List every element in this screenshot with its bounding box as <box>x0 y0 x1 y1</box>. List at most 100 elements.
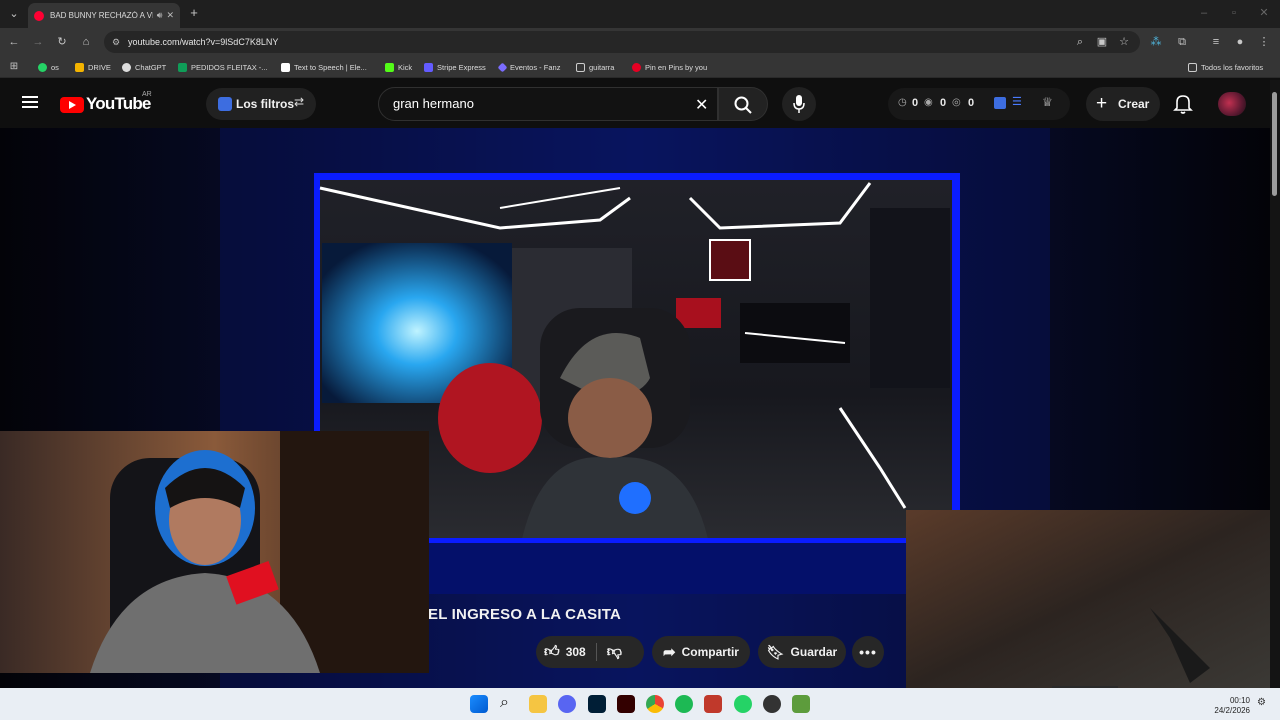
obs-recorder-icon[interactable] <box>704 695 722 713</box>
like-icon[interactable]: 👍︎ <box>544 643 560 661</box>
close-window-icon[interactable]: ✕ <box>1256 5 1272 21</box>
bookmark-kick[interactable]: Kick <box>385 60 412 74</box>
bookmarks-bar: ⊞ os DRIVE ChatGPT PEDIDOS FLEITAX -... … <box>0 56 1280 78</box>
apps-grid-icon[interactable]: ⊞ <box>6 59 22 75</box>
sheets-icon <box>178 62 187 72</box>
illustrator-icon[interactable] <box>617 695 635 713</box>
like-count[interactable]: 308 <box>566 645 586 659</box>
os-taskbar <box>0 688 1280 720</box>
reload-icon[interactable]: ↻ <box>54 34 70 50</box>
search-input[interactable]: gran hermano <box>378 87 718 121</box>
country-code: AR <box>142 91 152 98</box>
home-icon[interactable]: ⌂ <box>78 34 94 50</box>
list-icon[interactable]: ☰ <box>1012 95 1022 108</box>
bookmark-icon: 🔖︎ <box>766 643 785 660</box>
install-app-icon[interactable]: ▣ <box>1094 34 1110 50</box>
chatgpt-icon <box>122 62 131 72</box>
extensions-puzzle-icon[interactable]: ⧉ <box>1174 34 1190 50</box>
clock-icon: ◷ <box>898 97 907 108</box>
system-clock[interactable]: 00:10 24/2/2026 <box>1214 696 1250 716</box>
whatsapp-icon <box>38 62 47 72</box>
whatsapp-taskbar-icon[interactable] <box>734 695 752 713</box>
notification-center-icon[interactable]: ⚙︎ <box>1257 697 1266 708</box>
new-tab-icon[interactable]: + <box>186 5 202 21</box>
zoom-icon[interactable]: ⌕ <box>1072 34 1088 50</box>
search-icon <box>734 96 752 114</box>
file-explorer-icon[interactable] <box>529 695 547 713</box>
chrome-icon[interactable] <box>646 695 664 713</box>
media-queue-icon[interactable]: ≡ <box>1208 34 1224 50</box>
kick-icon <box>385 62 394 72</box>
bookmark-guitarra[interactable]: guitarra <box>576 60 614 74</box>
drive-icon <box>75 62 84 72</box>
spotify-icon[interactable] <box>675 695 693 713</box>
discord-icon[interactable] <box>558 695 576 713</box>
search-button[interactable] <box>718 87 768 121</box>
video-player[interactable] <box>0 128 1270 688</box>
browser-tab-bar: ⌄ BAD BUNNY RECHAZÓ A VE 🔊︎ ✕ + – ▫ ✕ <box>0 0 1280 28</box>
more-dots-icon: ••• <box>859 644 877 660</box>
hamburger-menu-icon[interactable] <box>22 94 38 110</box>
avatar[interactable] <box>1218 92 1246 116</box>
like-dislike-group: 👍︎ 308 👎︎ <box>536 636 644 668</box>
voice-search-button[interactable] <box>782 87 816 121</box>
taskbar-search-icon[interactable]: ⌕ <box>500 694 509 712</box>
audio-icon[interactable]: 🔊︎ <box>157 10 163 21</box>
forward-icon[interactable]: → <box>30 34 46 50</box>
folder-icon <box>1188 62 1197 72</box>
share-button[interactable]: ➦ Compartir <box>652 636 750 668</box>
profile-icon[interactable]: ● <box>1232 34 1248 50</box>
bookmark-os[interactable]: os <box>38 60 59 74</box>
save-button[interactable]: 🔖︎ Guardar <box>758 636 846 668</box>
eye-icon: ◉ <box>924 97 933 108</box>
tab-close-icon[interactable]: ✕ <box>166 10 174 21</box>
video-frame-scene <box>0 128 1270 688</box>
bookmark-star-icon[interactable]: ☆ <box>1116 34 1132 50</box>
extension-logo-icon[interactable] <box>994 97 1006 109</box>
filter-extension-icon <box>218 97 232 111</box>
youtube-logo-icon[interactable] <box>60 97 84 113</box>
bookmark-chatgpt[interactable]: ChatGPT <box>122 60 166 74</box>
url-text: youtube.com/watch?v=9lSdC7K8LNY <box>128 37 279 47</box>
eye-off-icon: ◎ <box>952 97 961 108</box>
windows-start-icon[interactable] <box>470 695 488 713</box>
bookmark-drive[interactable]: DRIVE <box>75 60 111 74</box>
notifications-bell-icon[interactable] <box>1173 93 1193 115</box>
menu-dots-icon[interactable]: ⋮ <box>1256 34 1272 50</box>
more-actions-button[interactable]: ••• <box>852 636 884 668</box>
extension-icon[interactable]: ⁂ <box>1148 34 1164 50</box>
create-button[interactable]: + Crear <box>1086 87 1160 121</box>
trophy-icon[interactable]: ♕ <box>1042 95 1053 109</box>
tab-title: BAD BUNNY RECHAZÓ A VE <box>50 11 153 20</box>
share-icon: ➦ <box>663 644 676 661</box>
bookmark-pinterest[interactable]: Pin en Pins by you <box>632 60 707 74</box>
browser-toolbar: ← → ↻ ⌂ ⚙︎ youtube.com/watch?v=9lSdC7K8L… <box>0 28 1280 56</box>
bookmark-tts[interactable]: Text to Speech | Ele... <box>281 60 367 74</box>
filters-button[interactable]: Los filtros ⇄ <box>206 88 316 120</box>
stripe-icon <box>424 62 433 72</box>
bookmark-pedidos[interactable]: PEDIDOS FLEITAX -... <box>178 60 268 74</box>
back-icon[interactable]: ← <box>6 34 22 50</box>
tab-list-chevron-icon[interactable]: ⌄ <box>6 6 22 22</box>
elevenlabs-icon <box>281 62 290 72</box>
pinterest-icon <box>632 62 641 72</box>
minimize-icon[interactable]: – <box>1196 5 1212 21</box>
obs-icon[interactable] <box>763 695 781 713</box>
youtube-logo-text[interactable]: YouTube <box>86 94 151 114</box>
scrollbar-thumb[interactable] <box>1272 92 1277 196</box>
photoshop-icon[interactable] <box>588 695 606 713</box>
maximize-icon[interactable]: ▫ <box>1226 5 1242 21</box>
address-bar[interactable]: ⚙︎ youtube.com/watch?v=9lSdC7K8LNY <box>104 31 1140 53</box>
minecraft-icon[interactable] <box>792 695 810 713</box>
site-info-icon[interactable]: ⚙︎ <box>112 31 120 53</box>
plus-icon: + <box>1096 93 1108 114</box>
all-bookmarks[interactable]: Todos los favoritos <box>1188 60 1263 74</box>
clear-search-icon[interactable]: ✕ <box>695 95 708 115</box>
bookmark-stripe[interactable]: Stripe Express <box>424 60 486 74</box>
tab-active[interactable]: BAD BUNNY RECHAZÓ A VE 🔊︎ ✕ <box>28 3 180 28</box>
youtube-favicon-icon <box>34 10 44 21</box>
dislike-icon[interactable]: 👎︎ <box>607 643 622 661</box>
bookmark-eventos[interactable]: Eventos - Fanz <box>497 60 560 74</box>
microphone-icon <box>793 95 805 113</box>
fanz-icon <box>497 62 508 72</box>
